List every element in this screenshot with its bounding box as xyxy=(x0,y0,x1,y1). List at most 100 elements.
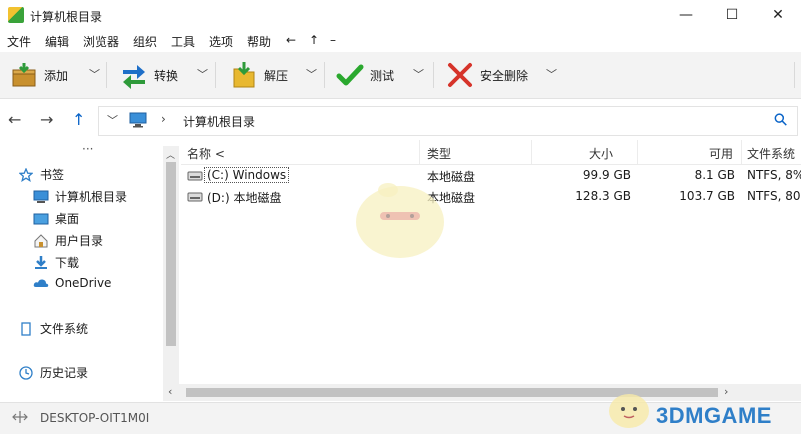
cloud-icon xyxy=(33,276,49,290)
sidebar-history-label: 历史记录 xyxy=(40,366,89,380)
path-segment[interactable]: 计算机根目录 xyxy=(183,113,255,130)
filesystem-icon xyxy=(18,321,34,336)
sidebar-filesystem-header[interactable]: 文件系统 xyxy=(18,320,88,337)
watermark-logo xyxy=(604,383,654,436)
menu-collapse[interactable]: – xyxy=(330,33,336,47)
search-icon[interactable]: ⚲ xyxy=(770,109,793,132)
convert-icon xyxy=(120,61,148,89)
sidebar-item-downloads[interactable]: 下载 xyxy=(33,254,79,271)
sidebar-item-onedrive[interactable]: OneDrive xyxy=(33,276,111,290)
convert-dropdown-icon[interactable]: ﹀ xyxy=(197,66,208,82)
sidebar-item-label: 桌面 xyxy=(55,212,80,226)
test-button[interactable]: 测试 xyxy=(336,56,394,94)
drive-icon xyxy=(187,191,203,205)
toolbar-end-divider xyxy=(794,62,795,88)
sidebar-item-home[interactable]: 用户目录 xyxy=(33,232,103,249)
drive-size: 99.9 GB xyxy=(582,168,631,182)
maximize-button[interactable]: ☐ xyxy=(709,0,755,30)
menu-browser[interactable]: 浏览器 xyxy=(83,33,119,50)
star-icon xyxy=(18,167,34,182)
menu-bar: 文件 编辑 浏览器 组织 工具 选项 帮助 ← ↑ – xyxy=(0,30,801,52)
secure-delete-label: 安全删除 xyxy=(480,68,529,83)
extract-icon xyxy=(230,61,258,89)
menu-options[interactable]: 选项 xyxy=(209,33,233,50)
extract-dropdown-icon[interactable]: ﹀ xyxy=(306,66,317,82)
scroll-right-icon[interactable]: › xyxy=(724,385,728,398)
drive-free: 103.7 GB xyxy=(679,189,735,203)
delete-dropdown-icon[interactable]: ﹀ xyxy=(546,66,557,82)
table-row[interactable]: (D:) 本地磁盘 本地磁盘 128.3 GB 103.7 GB NTFS, 8… xyxy=(181,186,801,207)
convert-label: 转换 xyxy=(154,68,179,83)
secure-delete-button[interactable]: 安全删除 xyxy=(446,56,528,94)
watermark-text: 3DMGAME xyxy=(656,403,772,428)
up-arrow-icon[interactable]: ↑ xyxy=(72,110,85,129)
computer-icon xyxy=(129,112,147,131)
extract-label: 解压 xyxy=(264,68,289,83)
network-icon xyxy=(12,410,28,427)
sidebar-history-header[interactable]: 历史记录 xyxy=(18,364,88,381)
drive-icon xyxy=(187,170,203,184)
sidebar-item-label: 计算机根目录 xyxy=(55,190,128,204)
computer-name: DESKTOP-OIT1M0I xyxy=(40,411,150,425)
sidebar-item-label: 用户目录 xyxy=(55,234,104,248)
toolbar: 添加 ﹀ 转换 ﹀ 解压 ﹀ 测试 ﹀ 安全删除 ﹀ xyxy=(0,52,801,99)
toolbar-divider xyxy=(433,62,434,88)
status-bar: DESKTOP-OIT1M0I 3DMGAME xyxy=(0,394,801,434)
path-separator-icon: › xyxy=(161,112,166,126)
archive-add-icon xyxy=(10,61,38,89)
app-icon xyxy=(8,7,24,23)
menu-organize[interactable]: 组织 xyxy=(133,33,157,50)
drive-filesystem: NTFS, 80% xyxy=(747,189,801,203)
column-header-type[interactable]: 类型 xyxy=(427,145,451,162)
column-header-name[interactable]: 名称 < xyxy=(187,145,225,162)
toolbar-divider xyxy=(106,62,107,88)
forward-arrow-icon[interactable]: → xyxy=(40,110,53,129)
drive-name: (C:) Windows xyxy=(203,167,290,183)
home-icon xyxy=(33,233,49,248)
drive-size: 128.3 GB xyxy=(575,189,631,203)
delete-x-icon xyxy=(446,61,474,89)
list-header: 名称 < 类型 大小 可用 文件系统 xyxy=(181,140,801,165)
menu-back-arrow[interactable]: ← xyxy=(286,33,296,47)
menu-help[interactable]: 帮助 xyxy=(247,33,271,50)
more-options-icon[interactable]: ··· xyxy=(82,142,93,156)
address-bar[interactable]: ﹀ › 计算机根目录 ⚲ xyxy=(98,106,798,136)
scroll-up-icon[interactable]: ︿ xyxy=(166,148,175,161)
column-divider[interactable] xyxy=(741,140,742,164)
scroll-left-icon[interactable]: ‹ xyxy=(168,385,172,398)
desktop-icon xyxy=(33,212,49,226)
column-header-filesystem[interactable]: 文件系统 xyxy=(747,145,795,162)
convert-button[interactable]: 转换 xyxy=(120,56,178,94)
extract-button[interactable]: 解压 xyxy=(230,56,288,94)
window-title: 计算机根目录 xyxy=(30,10,103,24)
add-button[interactable]: 添加 xyxy=(10,56,68,94)
sidebar-item-label: 下载 xyxy=(55,256,80,270)
sidebar-item-computer[interactable]: 计算机根目录 xyxy=(33,188,127,205)
sidebar-scroll-thumb[interactable] xyxy=(166,162,176,346)
minimize-button[interactable]: — xyxy=(663,0,709,30)
toolbar-divider xyxy=(324,62,325,88)
sidebar-bookmarks-label: 书签 xyxy=(40,168,65,182)
drive-filesystem: NTFS, 8% xyxy=(747,168,801,182)
drive-name: (D:) 本地磁盘 xyxy=(207,191,282,205)
checkmark-icon xyxy=(336,61,364,89)
column-divider[interactable] xyxy=(531,140,532,164)
back-arrow-icon[interactable]: ← xyxy=(8,110,21,129)
history-dropdown-icon[interactable]: ﹀ xyxy=(107,112,118,128)
sidebar-item-label: OneDrive xyxy=(55,276,112,290)
sidebar-item-desktop[interactable]: 桌面 xyxy=(33,210,79,227)
menu-file[interactable]: 文件 xyxy=(7,33,31,50)
table-row[interactable]: (C:) Windows 本地磁盘 99.9 GB 8.1 GB NTFS, 8… xyxy=(181,165,801,186)
column-divider[interactable] xyxy=(419,140,420,164)
test-label: 测试 xyxy=(370,68,395,83)
column-header-free[interactable]: 可用 xyxy=(709,145,733,162)
menu-edit[interactable]: 编辑 xyxy=(45,33,69,50)
menu-up-arrow[interactable]: ↑ xyxy=(309,33,319,47)
menu-tools[interactable]: 工具 xyxy=(171,33,195,50)
close-button[interactable]: ✕ xyxy=(755,0,801,30)
column-header-size[interactable]: 大小 xyxy=(589,145,613,162)
add-dropdown-icon[interactable]: ﹀ xyxy=(89,66,100,82)
test-dropdown-icon[interactable]: ﹀ xyxy=(413,66,424,82)
sidebar-bookmarks-header[interactable]: 书签 xyxy=(18,166,64,183)
column-divider[interactable] xyxy=(637,140,638,164)
